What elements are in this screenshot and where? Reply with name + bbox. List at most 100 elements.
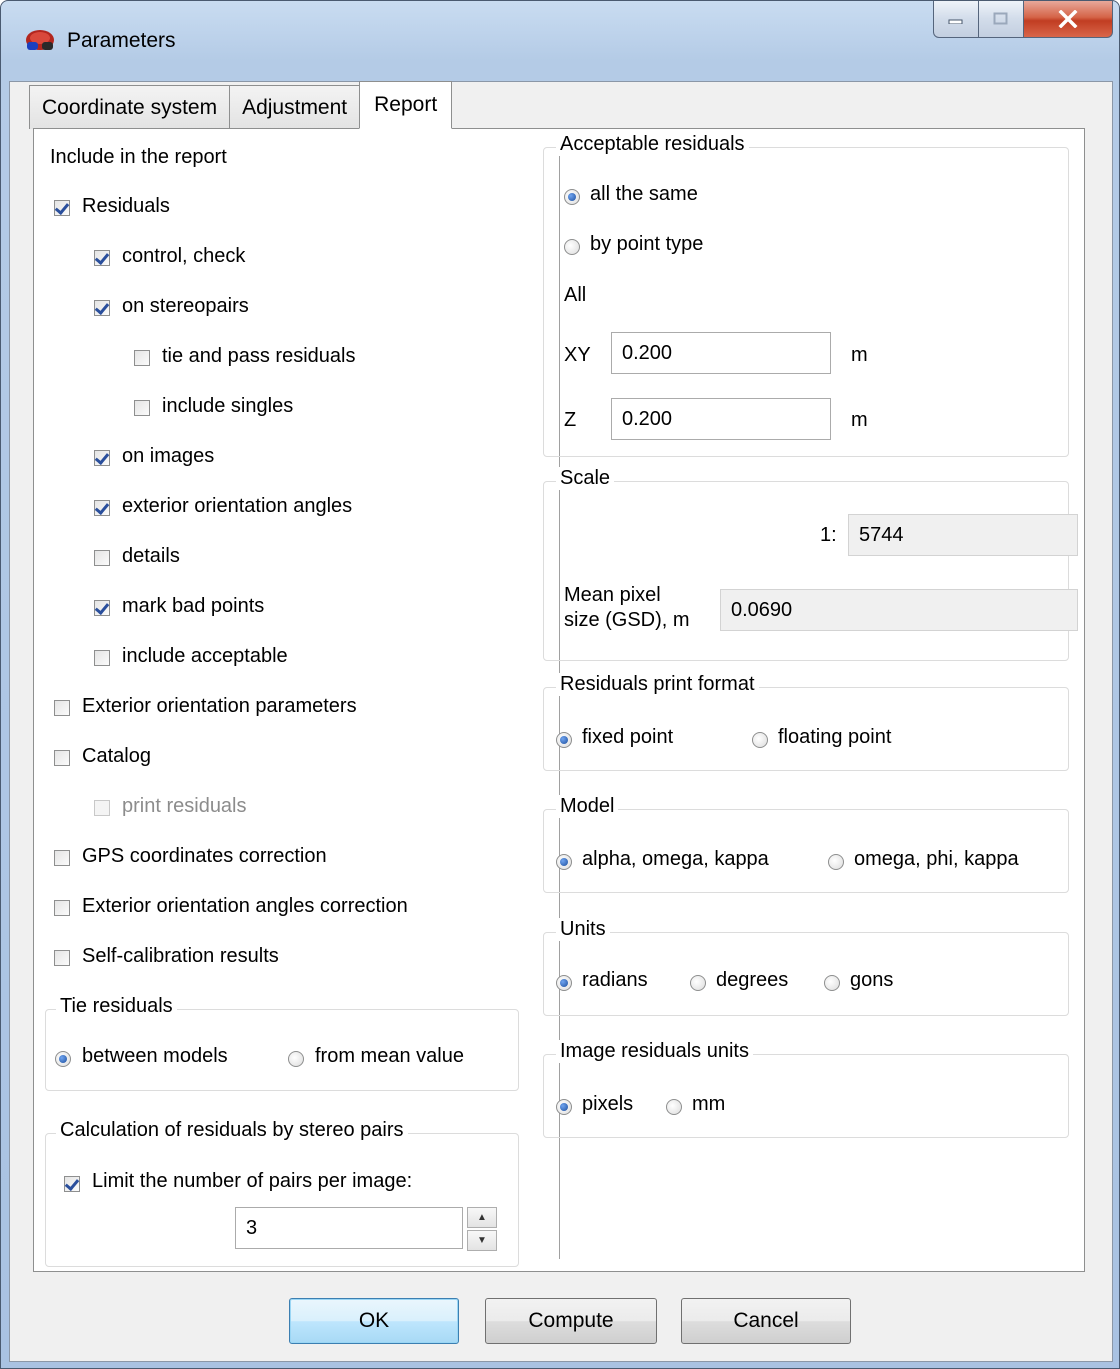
window-title: Parameters bbox=[67, 29, 176, 52]
image-units-title: Image residuals units bbox=[556, 1040, 753, 1063]
close-button[interactable] bbox=[1024, 1, 1113, 38]
from-mean-value-radio[interactable] bbox=[288, 1051, 304, 1067]
control-check-checkbox[interactable] bbox=[94, 250, 110, 266]
stereo-calc-title: Calculation of residuals by stereo pairs bbox=[56, 1119, 408, 1142]
spin-down-button[interactable]: ▼ bbox=[467, 1230, 497, 1251]
ext-params-label: Exterior orientation parameters bbox=[82, 695, 357, 717]
include-heading: Include in the report bbox=[50, 146, 227, 168]
model-title: Model bbox=[556, 795, 619, 818]
details-label: details bbox=[122, 545, 180, 567]
scale-ratio-label: 1: bbox=[820, 524, 837, 546]
catalog-checkbox[interactable] bbox=[54, 750, 70, 766]
limit-pairs-checkbox[interactable] bbox=[64, 1176, 80, 1192]
on-images-checkbox[interactable] bbox=[94, 450, 110, 466]
omega-phi-kappa-label: omega, phi, kappa bbox=[854, 848, 1019, 870]
z-input[interactable]: 0.200 bbox=[611, 398, 831, 440]
mark-bad-checkbox[interactable] bbox=[94, 600, 110, 616]
tab-bar: Coordinate system Adjustment Report bbox=[29, 81, 453, 129]
mark-bad-label: mark bad points bbox=[122, 595, 265, 617]
by-point-type-label: by point type bbox=[590, 233, 704, 255]
residuals-label: Residuals bbox=[82, 195, 170, 217]
close-icon bbox=[1058, 10, 1078, 28]
include-acceptable-checkbox[interactable] bbox=[94, 650, 110, 666]
on-images-label: on images bbox=[122, 445, 215, 467]
degrees-label: degrees bbox=[716, 969, 789, 991]
include-singles-checkbox[interactable] bbox=[134, 400, 150, 416]
xy-input[interactable]: 0.200 bbox=[611, 332, 831, 374]
print-format-title: Residuals print format bbox=[556, 673, 759, 696]
minimize-button[interactable] bbox=[933, 1, 979, 38]
all-the-same-radio[interactable] bbox=[564, 189, 580, 205]
ok-button[interactable]: OK bbox=[289, 1298, 459, 1344]
gsd-label-line2: size (GSD), m bbox=[564, 609, 690, 631]
print-residuals-label: print residuals bbox=[122, 795, 247, 817]
maximize-icon bbox=[993, 12, 1008, 25]
details-checkbox[interactable] bbox=[94, 550, 110, 566]
ext-angles-correction-label: Exterior orientation angles correction bbox=[82, 895, 408, 917]
title-bar[interactable]: Parameters bbox=[1, 1, 1119, 81]
limit-pairs-label: Limit the number of pairs per image: bbox=[92, 1170, 413, 1192]
ext-angles-label: exterior orientation angles bbox=[122, 495, 353, 517]
parameters-dialog: Parameters Coordinate system Adjustment … bbox=[0, 0, 1120, 1369]
self-calibration-checkbox[interactable] bbox=[54, 950, 70, 966]
gsd-label-line1: Mean pixel bbox=[564, 584, 661, 606]
arrow-down-icon: ▼ bbox=[477, 1235, 487, 1246]
scale-ratio-field: 5744 bbox=[848, 514, 1078, 556]
gps-correction-checkbox[interactable] bbox=[54, 850, 70, 866]
floating-point-label: floating point bbox=[778, 726, 892, 748]
acceptable-residuals-title: Acceptable residuals bbox=[556, 133, 749, 156]
z-unit: m bbox=[851, 409, 868, 431]
control-check-label: control, check bbox=[122, 245, 246, 267]
floating-point-radio[interactable] bbox=[752, 732, 768, 748]
between-models-label: between models bbox=[82, 1045, 228, 1067]
cancel-button[interactable]: Cancel bbox=[681, 1298, 851, 1344]
all-label: All bbox=[564, 284, 587, 306]
arrow-up-icon: ▲ bbox=[477, 1212, 487, 1223]
z-label: Z bbox=[564, 409, 577, 431]
compute-button[interactable]: Compute bbox=[485, 1298, 657, 1344]
tie-pass-checkbox[interactable] bbox=[134, 350, 150, 366]
spin-up-button[interactable]: ▲ bbox=[467, 1207, 497, 1228]
pairs-per-image-input[interactable]: 3 bbox=[235, 1207, 463, 1249]
pixels-radio[interactable] bbox=[556, 1099, 572, 1115]
print-residuals-checkbox bbox=[94, 800, 110, 816]
omega-phi-kappa-radio[interactable] bbox=[828, 854, 844, 870]
gons-radio[interactable] bbox=[824, 975, 840, 991]
pairs-spinner: ▲ ▼ bbox=[467, 1207, 497, 1251]
maximize-button[interactable] bbox=[979, 1, 1024, 38]
mm-label: mm bbox=[692, 1093, 726, 1115]
mm-radio[interactable] bbox=[666, 1099, 682, 1115]
all-the-same-label: all the same bbox=[590, 183, 698, 205]
radians-radio[interactable] bbox=[556, 975, 572, 991]
self-calibration-label: Self-calibration results bbox=[82, 945, 279, 967]
include-acceptable-label: include acceptable bbox=[122, 645, 288, 667]
from-mean-value-label: from mean value bbox=[315, 1045, 464, 1067]
degrees-radio[interactable] bbox=[690, 975, 706, 991]
xy-unit: m bbox=[851, 344, 868, 366]
pixels-label: pixels bbox=[582, 1093, 634, 1115]
fixed-point-label: fixed point bbox=[582, 726, 674, 748]
tab-adjustment[interactable]: Adjustment bbox=[229, 85, 361, 129]
gsd-field: 0.0690 bbox=[720, 589, 1078, 631]
minimize-icon bbox=[948, 19, 963, 24]
tab-coordinate-system[interactable]: Coordinate system bbox=[29, 85, 231, 129]
tab-report[interactable]: Report bbox=[359, 81, 453, 129]
ext-angles-checkbox[interactable] bbox=[94, 500, 110, 516]
on-stereopairs-checkbox[interactable] bbox=[94, 300, 110, 316]
by-point-type-radio[interactable] bbox=[564, 239, 580, 255]
xy-label: XY bbox=[564, 344, 591, 366]
catalog-label: Catalog bbox=[82, 745, 151, 767]
ext-angles-correction-checkbox[interactable] bbox=[54, 900, 70, 916]
units-title: Units bbox=[556, 918, 610, 941]
ext-params-checkbox[interactable] bbox=[54, 700, 70, 716]
gons-label: gons bbox=[850, 969, 894, 991]
radians-label: radians bbox=[582, 969, 648, 991]
between-models-radio[interactable] bbox=[55, 1051, 71, 1067]
app-icon bbox=[26, 30, 54, 50]
alpha-omega-kappa-radio[interactable] bbox=[556, 854, 572, 870]
gps-correction-label: GPS coordinates correction bbox=[82, 845, 327, 867]
residuals-checkbox[interactable] bbox=[54, 200, 70, 216]
on-stereopairs-label: on stereopairs bbox=[122, 295, 249, 317]
report-tab-panel: Include in the report Residuals control,… bbox=[33, 128, 1085, 1272]
fixed-point-radio[interactable] bbox=[556, 732, 572, 748]
